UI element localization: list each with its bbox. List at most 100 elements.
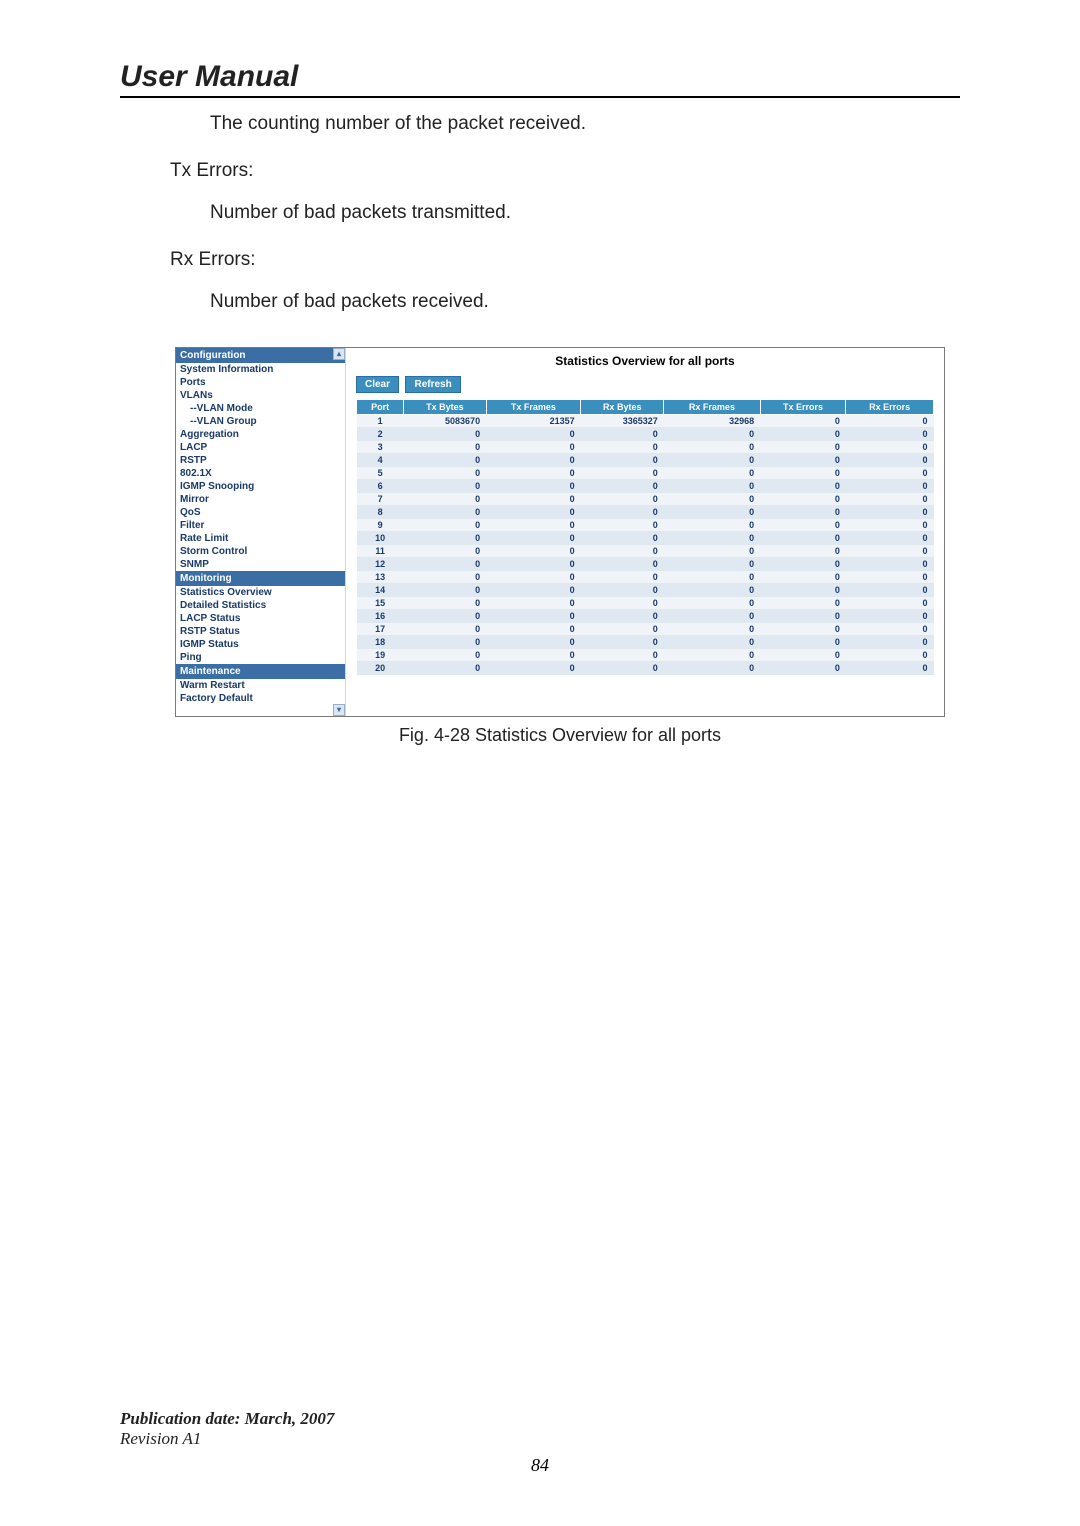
tx-errors-desc: Number of bad packets transmitted. — [210, 199, 960, 228]
table-cell: 0 — [486, 518, 581, 531]
table-row: 3000000 — [357, 440, 934, 453]
table-cell: 0 — [846, 596, 934, 609]
sidebar-item[interactable]: Factory Default — [176, 692, 345, 705]
table-cell: 0 — [846, 648, 934, 661]
sidebar-item[interactable]: IGMP Snooping — [176, 480, 345, 493]
table-cell: 0 — [404, 661, 486, 674]
page-number: 84 — [120, 1455, 960, 1476]
sidebar-nav: ▴ Configuration System InformationPortsV… — [176, 348, 346, 716]
screenshot-figure: ▴ Configuration System InformationPortsV… — [175, 347, 945, 717]
table-cell: 0 — [486, 583, 581, 596]
figure-caption: Fig. 4-28 Statistics Overview for all po… — [175, 725, 945, 746]
sidebar-item[interactable]: Detailed Statistics — [176, 599, 345, 612]
table-cell: 16 — [357, 609, 404, 622]
sidebar-item[interactable]: LACP — [176, 441, 345, 454]
table-cell: 0 — [404, 570, 486, 583]
table-cell: 8 — [357, 505, 404, 518]
table-cell: 0 — [664, 635, 760, 648]
sidebar-item[interactable]: System Information — [176, 363, 345, 376]
table-cell: 0 — [486, 544, 581, 557]
sidebar-item[interactable]: --VLAN Group — [176, 415, 345, 428]
table-cell: 0 — [664, 518, 760, 531]
sidebar-item[interactable]: Mirror — [176, 493, 345, 506]
table-cell: 0 — [760, 583, 846, 596]
sidebar-item[interactable]: Aggregation — [176, 428, 345, 441]
table-cell: 0 — [760, 557, 846, 570]
table-cell: 0 — [664, 440, 760, 453]
sidebar-item[interactable]: QoS — [176, 506, 345, 519]
table-cell: 0 — [581, 557, 664, 570]
table-cell: 0 — [664, 427, 760, 440]
table-cell: 0 — [486, 505, 581, 518]
table-cell: 0 — [581, 453, 664, 466]
table-cell: 0 — [486, 596, 581, 609]
table-cell: 0 — [581, 518, 664, 531]
table-cell: 0 — [664, 583, 760, 596]
table-cell: 0 — [664, 648, 760, 661]
table-cell: 0 — [581, 466, 664, 479]
table-cell: 0 — [760, 661, 846, 674]
table-cell: 0 — [664, 596, 760, 609]
table-cell: 0 — [760, 453, 846, 466]
table-cell: 0 — [664, 661, 760, 674]
table-cell: 0 — [404, 427, 486, 440]
sidebar-header-config: Configuration — [176, 348, 345, 363]
table-cell: 2 — [357, 427, 404, 440]
sidebar-item[interactable]: RSTP Status — [176, 625, 345, 638]
sidebar-item[interactable]: 802.1X — [176, 467, 345, 480]
table-cell: 10 — [357, 531, 404, 544]
sidebar-item[interactable]: LACP Status — [176, 612, 345, 625]
sidebar-item[interactable]: --VLAN Mode — [176, 402, 345, 415]
scroll-down-icon[interactable]: ▾ — [333, 704, 345, 716]
tx-errors-label: Tx Errors: — [170, 157, 960, 186]
table-cell: 0 — [760, 544, 846, 557]
table-cell: 0 — [846, 414, 934, 427]
sidebar-item[interactable]: VLANs — [176, 389, 345, 402]
sidebar-header-maintenance: Maintenance — [176, 664, 345, 679]
table-cell: 0 — [664, 531, 760, 544]
main-panel: Statistics Overview for all ports Clear … — [346, 348, 944, 716]
table-cell: 0 — [664, 557, 760, 570]
scroll-up-icon[interactable]: ▴ — [333, 348, 345, 360]
table-cell: 0 — [664, 505, 760, 518]
table-row: 12000000 — [357, 557, 934, 570]
sidebar-item[interactable]: IGMP Status — [176, 638, 345, 651]
table-cell: 0 — [581, 609, 664, 622]
sidebar-item[interactable]: Warm Restart — [176, 679, 345, 692]
table-cell: 0 — [760, 479, 846, 492]
sidebar-item[interactable]: Ports — [176, 376, 345, 389]
clear-button[interactable]: Clear — [356, 376, 399, 393]
table-row: 14000000 — [357, 583, 934, 596]
table-row: 13000000 — [357, 570, 934, 583]
sidebar-item[interactable]: RSTP — [176, 454, 345, 467]
table-cell: 3 — [357, 440, 404, 453]
stats-overview-title: Statistics Overview for all ports — [356, 354, 934, 368]
table-row: 17000000 — [357, 622, 934, 635]
refresh-button[interactable]: Refresh — [405, 376, 460, 393]
sidebar-item[interactable]: Ping — [176, 651, 345, 664]
table-cell: 0 — [404, 453, 486, 466]
sidebar-item[interactable]: Storm Control — [176, 545, 345, 558]
table-cell: 0 — [404, 505, 486, 518]
col-header: Port — [357, 399, 404, 414]
table-cell: 0 — [581, 440, 664, 453]
table-cell: 0 — [846, 479, 934, 492]
sidebar-item[interactable]: Rate Limit — [176, 532, 345, 545]
table-cell: 0 — [846, 453, 934, 466]
table-cell: 0 — [486, 453, 581, 466]
col-header: Tx Frames — [486, 399, 581, 414]
sidebar-item[interactable]: Filter — [176, 519, 345, 532]
sidebar-item[interactable]: SNMP — [176, 558, 345, 571]
rx-errors-desc: Number of bad packets received. — [210, 288, 960, 317]
sidebar-header-monitoring: Monitoring — [176, 571, 345, 586]
table-cell: 0 — [664, 492, 760, 505]
page-footer: Publication date: March, 2007 Revision A… — [120, 1409, 960, 1476]
table-cell: 0 — [760, 635, 846, 648]
table-cell: 5 — [357, 466, 404, 479]
table-cell: 0 — [846, 570, 934, 583]
table-cell: 0 — [404, 440, 486, 453]
table-cell: 0 — [846, 531, 934, 544]
table-cell: 0 — [404, 557, 486, 570]
sidebar-item[interactable]: Statistics Overview — [176, 586, 345, 599]
table-cell: 0 — [404, 609, 486, 622]
